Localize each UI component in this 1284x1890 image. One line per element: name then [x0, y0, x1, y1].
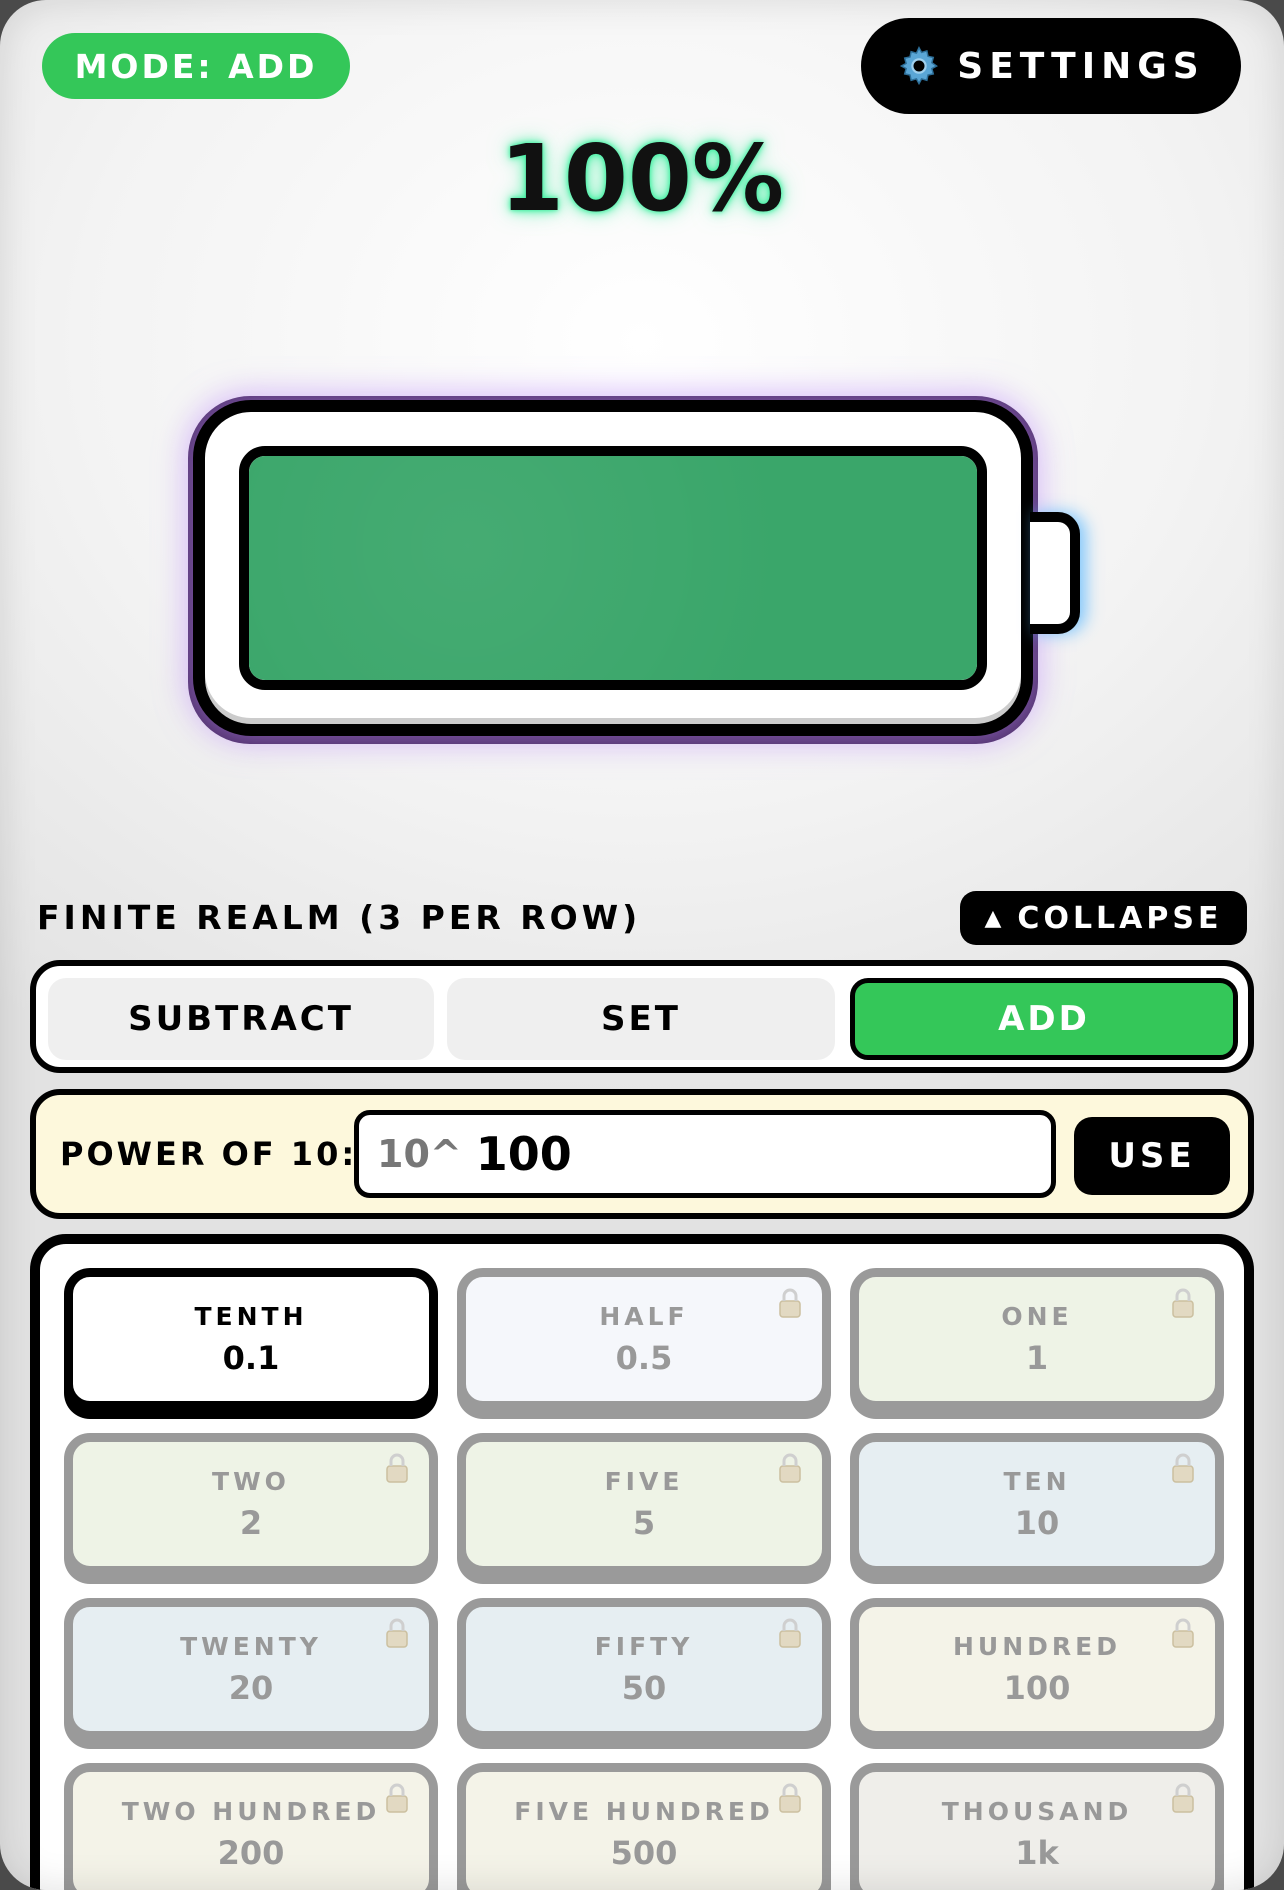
cell-name: FIVE HUNDRED — [514, 1796, 774, 1826]
tab-set[interactable]: SET — [447, 978, 835, 1060]
lock-icon — [776, 1287, 804, 1319]
app-frame: MODE: ADD SETTINGS 100% FINITE REALM (3 … — [0, 0, 1284, 1890]
increment-cell-fifty[interactable]: FIFTY 50 — [457, 1598, 831, 1740]
battery-fill — [249, 456, 977, 680]
lock-icon — [1169, 1782, 1197, 1814]
settings-label: SETTINGS — [957, 45, 1205, 87]
power-exponent-input[interactable] — [475, 1127, 996, 1181]
cell-name: HUNDRED — [953, 1631, 1121, 1661]
triangle-up-icon: ▲ — [984, 905, 1006, 931]
cell-value: 500 — [610, 1833, 678, 1872]
tab-add-label: ADD — [998, 999, 1090, 1039]
use-button[interactable]: USE — [1074, 1117, 1230, 1195]
increment-cell-tenth[interactable]: TENTH 0.1 — [64, 1268, 438, 1410]
battery-percent: 100% — [499, 125, 785, 232]
cell-name: TEN — [1003, 1466, 1071, 1496]
cell-value: 100 — [1003, 1668, 1071, 1707]
increment-cell-five-hundred[interactable]: FIVE HUNDRED 500 — [457, 1763, 831, 1890]
lock-icon — [776, 1452, 804, 1484]
lock-icon — [1169, 1452, 1197, 1484]
collapse-label: COLLAPSE — [1017, 900, 1223, 936]
cell-name: TWO — [212, 1466, 290, 1496]
increment-cell-half[interactable]: HALF 0.5 — [457, 1268, 831, 1410]
mode-tabs: SUBTRACT SET ADD — [30, 960, 1254, 1073]
increment-cell-hundred[interactable]: HUNDRED 100 — [850, 1598, 1224, 1740]
lock-icon — [383, 1452, 411, 1484]
lock-icon — [776, 1617, 804, 1649]
tab-subtract[interactable]: SUBTRACT — [48, 978, 434, 1060]
cell-name: THOUSAND — [941, 1796, 1133, 1826]
power-input-wrapper[interactable]: 10^ — [354, 1110, 1056, 1198]
tab-set-label: SET — [601, 999, 681, 1039]
cell-name: ONE — [1001, 1301, 1073, 1331]
battery-terminal — [1030, 512, 1080, 634]
cell-name: FIFTY — [594, 1631, 694, 1661]
lock-icon — [383, 1782, 411, 1814]
settings-button[interactable]: SETTINGS — [861, 18, 1241, 114]
cell-name: HALF — [599, 1301, 689, 1331]
power-prefix: 10^ — [377, 1132, 462, 1176]
cell-value: 10 — [1014, 1503, 1060, 1542]
cell-value: 20 — [228, 1668, 274, 1707]
tab-subtract-label: SUBTRACT — [128, 999, 354, 1039]
increment-cell-one[interactable]: ONE 1 — [850, 1268, 1224, 1410]
battery-fill-track — [239, 446, 987, 690]
cell-value: 0.1 — [222, 1338, 280, 1377]
mode-badge: MODE: ADD — [42, 33, 350, 99]
lock-icon — [383, 1617, 411, 1649]
cell-value: 5 — [632, 1503, 656, 1542]
increment-cell-five[interactable]: FIVE 5 — [457, 1433, 831, 1575]
cell-name: TENTH — [194, 1301, 308, 1331]
realm-title: FINITE REALM (3 PER ROW) — [37, 898, 642, 937]
cell-value: 0.5 — [615, 1338, 673, 1377]
cell-name: TWO HUNDRED — [121, 1796, 381, 1826]
lock-icon — [776, 1782, 804, 1814]
mode-badge-label: MODE: ADD — [74, 46, 318, 86]
gear-icon — [897, 44, 941, 88]
cell-name: TWENTY — [180, 1631, 322, 1661]
use-label: USE — [1108, 1136, 1196, 1176]
battery-body — [193, 400, 1033, 736]
increment-cell-twenty[interactable]: TWENTY 20 — [64, 1598, 438, 1740]
increment-cell-ten[interactable]: TEN 10 — [850, 1433, 1224, 1575]
cell-value: 2 — [239, 1503, 263, 1542]
cell-value: 1k — [1015, 1833, 1059, 1872]
increment-cell-two-hundred[interactable]: TWO HUNDRED 200 — [64, 1763, 438, 1890]
increment-grid: TENTH 0.1 HALF 0.5 ONE 1 TWO 2 FIVE 5 TEN 10 TWENTY 2… — [30, 1234, 1254, 1890]
cell-value: 1 — [1025, 1338, 1049, 1377]
power-label: POWER OF 10: — [60, 1135, 358, 1173]
lock-icon — [1169, 1617, 1197, 1649]
tab-add[interactable]: ADD — [850, 978, 1238, 1060]
cell-value: 200 — [217, 1833, 285, 1872]
increment-cell-thousand[interactable]: THOUSAND 1k — [850, 1763, 1224, 1890]
lock-icon — [1169, 1287, 1197, 1319]
increment-cell-two[interactable]: TWO 2 — [64, 1433, 438, 1575]
power-of-ten-row: POWER OF 10: 10^ USE — [30, 1089, 1254, 1219]
collapse-button[interactable]: ▲ COLLAPSE — [960, 891, 1247, 945]
cell-name: FIVE — [604, 1466, 684, 1496]
cell-value: 50 — [621, 1668, 667, 1707]
